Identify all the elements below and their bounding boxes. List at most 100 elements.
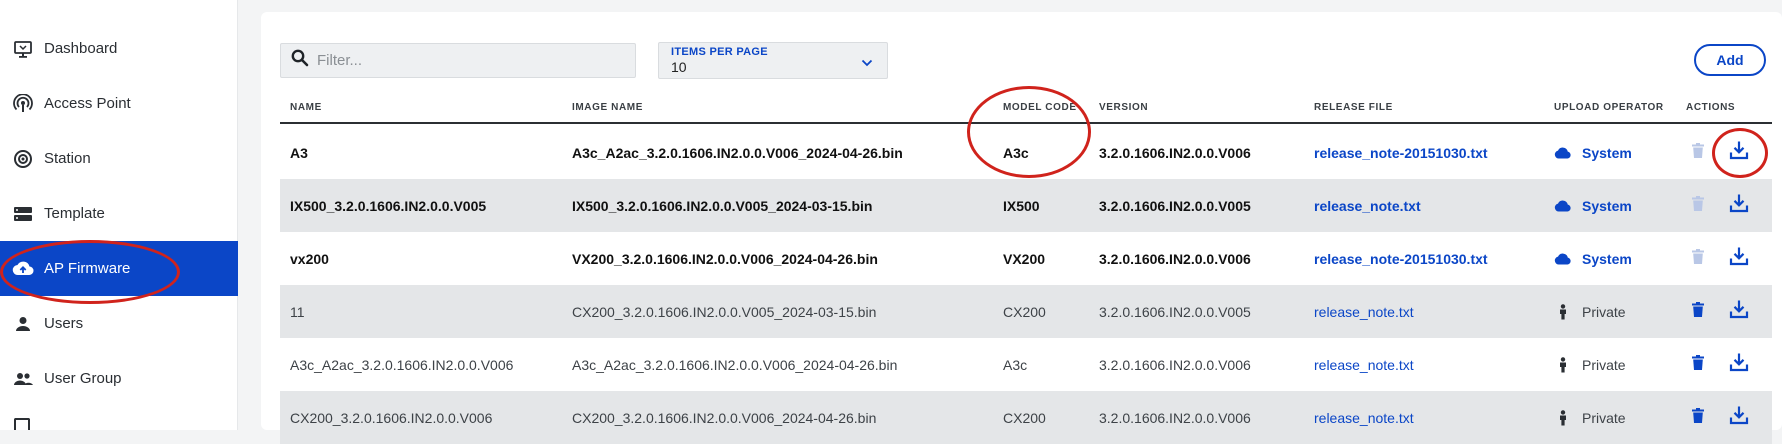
person-icon [1554,303,1572,320]
table-row: CX200_3.2.0.1606.IN2.0.0.V006 CX200_3.2.0… [280,391,1772,444]
cell-name: vx200 [290,250,329,267]
cell-model-code: CX200 [1003,303,1046,320]
trash-icon [1692,142,1704,163]
download-icon [1729,193,1749,218]
sidebar-item-label: Dashboard [44,40,118,57]
operator-label: Private [1582,409,1626,426]
table-row: 11 CX200_3.2.0.1606.IN2.0.0.V005_2024-03-… [280,285,1772,338]
sidebar-item-access-point[interactable]: Access Point [0,76,238,131]
download-button[interactable] [1729,232,1749,285]
table-row: IX500_3.2.0.1606.IN2.0.0.V005 IX500_3.2.0… [280,179,1772,232]
operator-label: Private [1582,356,1626,373]
cloud-icon [1554,146,1572,159]
cell-image-name: CX200_3.2.0.1606.IN2.0.0.V005_2024-03-15… [572,303,877,320]
template-icon [12,203,34,225]
col-version-header[interactable]: VERSION [1099,102,1148,113]
sidebar-item-ap-firmware[interactable]: AP Firmware [0,241,238,296]
col-image-name-header[interactable]: IMAGE NAME [572,102,643,113]
release-file-link[interactable]: release_note.txt [1314,391,1414,444]
sidebar-item-template[interactable]: Template [0,186,238,241]
col-upload-operator-header[interactable]: UPLOAD OPERATOR [1554,102,1664,113]
filter-box[interactable] [280,43,636,78]
cell-upload-operator: System [1554,179,1632,232]
delete-button[interactable] [1692,126,1704,179]
table-header: NAME IMAGE NAME MODEL CODE VERSION RELEA… [280,96,1772,124]
sidebar-item-dashboard[interactable]: Dashboard [0,21,238,76]
download-icon [1729,405,1749,430]
sidebar-item-label: Users [44,315,84,332]
cell-upload-operator: System [1554,232,1632,285]
sidebar-item-label: AP Firmware [44,260,131,277]
sidebar-item-label: Access Point [44,95,131,112]
release-file-link[interactable]: release_note.txt [1314,179,1421,232]
cell-upload-operator: Private [1554,338,1626,391]
items-per-page-label: ITEMS PER PAGE [671,46,768,58]
delete-button[interactable] [1692,179,1704,232]
sidebar-item-users[interactable]: Users [0,296,238,351]
cell-version: 3.2.0.1606.IN2.0.0.V005 [1099,197,1251,214]
col-name-header[interactable]: NAME [290,102,322,113]
download-icon [1729,140,1749,165]
cell-model-code: A3c [1003,356,1028,373]
cell-image-name: CX200_3.2.0.1606.IN2.0.0.V006_2024-04-26… [572,409,877,426]
cell-image-name: A3c_A2ac_3.2.0.1606.IN2.0.0.V006_2024-04… [572,356,898,373]
cell-name: A3c_A2ac_3.2.0.1606.IN2.0.0.V006 [290,356,514,373]
cell-image-name: A3c_A2ac_3.2.0.1606.IN2.0.0.V006_2024-04… [572,144,903,161]
person-icon [1554,409,1572,426]
operator-label: Private [1582,303,1626,320]
col-model-code-header[interactable]: MODEL CODE [1003,102,1077,113]
download-button[interactable] [1729,391,1749,444]
download-button[interactable] [1729,179,1749,232]
delete-button[interactable] [1692,232,1704,285]
operator-label: System [1582,250,1632,267]
col-actions-header: ACTIONS [1686,102,1736,113]
col-release-file-header[interactable]: RELEASE FILE [1314,102,1393,113]
station-icon [12,148,34,170]
items-per-page-value: 10 [671,59,687,75]
download-button[interactable] [1729,285,1749,338]
delete-button[interactable] [1692,285,1704,338]
download-icon [1729,352,1749,377]
sidebar-item-label: Station [44,150,91,167]
table-row: A3 A3c_A2ac_3.2.0.1606.IN2.0.0.V006_2024-… [280,126,1772,179]
user-group-icon [12,368,34,390]
release-file-link[interactable]: release_note.txt [1314,338,1414,391]
items-per-page-select[interactable]: ITEMS PER PAGE 10 [658,42,888,79]
cell-name: 11 [290,303,305,320]
download-icon [1729,299,1749,324]
partial-nav-icon [14,418,30,430]
table-row: vx200 VX200_3.2.0.1606.IN2.0.0.V006_2024-… [280,232,1772,285]
release-file-link[interactable]: release_note-20151030.txt [1314,232,1488,285]
release-file-link[interactable]: release_note-20151030.txt [1314,126,1488,179]
chevron-down-icon [861,54,873,72]
cell-version: 3.2.0.1606.IN2.0.0.V006 [1099,356,1251,373]
user-icon [12,313,34,335]
sidebar: Dashboard Access Point Station Template … [0,0,238,430]
cloud-upload-icon [12,258,34,280]
cell-upload-operator: Private [1554,285,1626,338]
cell-model-code: IX500 [1003,197,1040,214]
download-icon [1729,246,1749,271]
filter-input[interactable] [317,52,617,69]
cell-model-code: A3c [1003,144,1029,161]
sidebar-item-label: Template [44,205,105,222]
table-row: A3c_A2ac_3.2.0.1606.IN2.0.0.V006 A3c_A2ac… [280,338,1772,391]
release-file-link[interactable]: release_note.txt [1314,285,1414,338]
download-button[interactable] [1729,126,1749,179]
download-button[interactable] [1729,338,1749,391]
cell-version: 3.2.0.1606.IN2.0.0.V005 [1099,303,1251,320]
cell-name: CX200_3.2.0.1606.IN2.0.0.V006 [290,409,493,426]
add-button[interactable]: Add [1694,44,1766,76]
trash-icon [1692,248,1704,269]
operator-label: System [1582,144,1632,161]
cell-image-name: VX200_3.2.0.1606.IN2.0.0.V006_2024-04-26… [572,250,878,267]
trash-icon [1692,354,1704,375]
cell-version: 3.2.0.1606.IN2.0.0.V006 [1099,250,1251,267]
cell-upload-operator: Private [1554,391,1626,444]
cell-name: A3 [290,144,308,161]
delete-button[interactable] [1692,391,1704,444]
delete-button[interactable] [1692,338,1704,391]
sidebar-item-user-group[interactable]: User Group [0,351,238,406]
cloud-icon [1554,199,1572,212]
sidebar-item-station[interactable]: Station [0,131,238,186]
